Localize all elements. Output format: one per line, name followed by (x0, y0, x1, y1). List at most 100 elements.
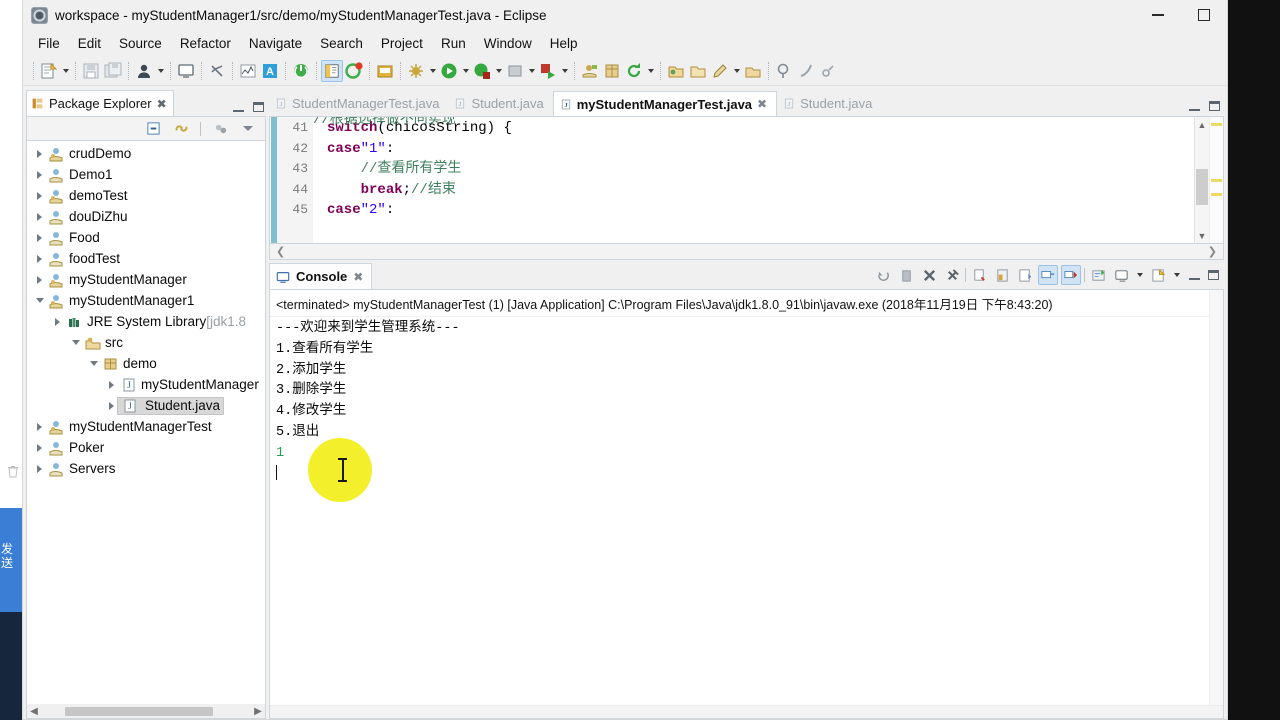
console-output[interactable]: ---欢迎来到学生管理系统--- 1.查看所有学生 2.添加学生 3.删除学生 … (270, 317, 1223, 718)
new-console-dropdown-arrow[interactable] (1134, 264, 1145, 286)
show-console-on-output-icon[interactable] (1015, 265, 1035, 285)
chevron-right-icon[interactable] (31, 444, 48, 452)
new-java-project-icon[interactable] (579, 60, 601, 82)
chevron-right-icon[interactable] (31, 276, 48, 284)
tab-console[interactable]: Console ✖ (269, 263, 373, 289)
console-menu-icon[interactable] (1148, 265, 1168, 285)
open-console-icon[interactable] (1061, 265, 1081, 285)
skip-breakpoints-icon[interactable] (206, 60, 228, 82)
code-text-area[interactable]: //根据选择做不同实现 switch(chicosString) { case"… (313, 117, 1194, 243)
scroll-left-arrow[interactable]: ❮ (276, 245, 285, 258)
console-hscrollbar[interactable] (270, 705, 1223, 718)
chevron-down-icon[interactable] (31, 298, 48, 303)
terminate-all-icon[interactable] (873, 265, 893, 285)
tree-node-Food[interactable]: Food (27, 227, 265, 248)
tree-node-myStudentManager1[interactable]: myStudentManager1 (27, 290, 265, 311)
run-dropdown-arrow[interactable] (460, 60, 471, 82)
person-dropdown-arrow[interactable] (155, 60, 166, 82)
remove-all-terminated-icon[interactable] (919, 265, 939, 285)
tab-package-explorer[interactable]: Package Explorer ✖ (26, 90, 174, 116)
coverage-dropdown-arrow[interactable] (493, 60, 504, 82)
resume-icon[interactable] (290, 60, 312, 82)
scroll-left-arrow[interactable]: ◀ (27, 706, 41, 717)
editor-tab-myStudentManagerTest[interactable]: J myStudentManagerTest.java ✖ (552, 91, 778, 116)
chevron-right-icon[interactable] (31, 192, 48, 200)
chevron-right-icon[interactable] (31, 234, 48, 242)
editor-hscrollbar[interactable]: ❮ ❯ (269, 244, 1224, 260)
run-last-tool-icon[interactable] (537, 60, 559, 82)
chevron-down-icon[interactable] (67, 340, 84, 345)
chevron-down-icon[interactable] (85, 361, 102, 366)
overview-ruler[interactable] (1209, 117, 1223, 243)
menu-source[interactable]: Source (110, 33, 171, 54)
chevron-right-icon[interactable] (31, 171, 48, 179)
package-icon[interactable] (742, 60, 764, 82)
editor-tab-Student-2[interactable]: J Student.java (777, 91, 881, 116)
tree-node-myStudentManager-java[interactable]: J myStudentManager (27, 374, 265, 395)
refresh-dropdown-arrow[interactable] (645, 60, 656, 82)
scroll-down-arrow[interactable]: ▼ (1195, 228, 1209, 243)
tree-node-crudDemo[interactable]: crudDemo (27, 143, 265, 164)
display-selected-console-icon[interactable] (1038, 265, 1058, 285)
pin-console-icon[interactable] (992, 265, 1012, 285)
focus-on-active-task-icon[interactable] (211, 120, 229, 138)
debug-icon[interactable] (405, 60, 427, 82)
open-type-icon[interactable] (374, 60, 396, 82)
open-folder-icon[interactable] (665, 60, 687, 82)
console-body[interactable]: <terminated> myStudentManagerTest (1) [J… (269, 289, 1224, 719)
menu-help[interactable]: Help (541, 33, 587, 54)
coverage-icon[interactable] (471, 60, 493, 82)
package-explorer-hscrollbar[interactable]: ◀ ▶ (27, 704, 265, 718)
save-icon[interactable] (80, 60, 102, 82)
console-icon[interactable] (175, 60, 197, 82)
tree-node-myStudentManager[interactable]: myStudentManager (27, 269, 265, 290)
scroll-lock-icon[interactable] (969, 265, 989, 285)
tree-node-douDiZhu[interactable]: douDiZhu (27, 206, 265, 227)
editor-tab-StudentManagerTest[interactable]: J StudentManagerTest.java (269, 91, 448, 116)
tree-node-Poker[interactable]: Poker (27, 437, 265, 458)
link-icon[interactable] (817, 60, 839, 82)
editor-body[interactable]: 41 42 43 44 45 //根据选择做不同实现 switch(chicos… (269, 116, 1224, 244)
tree-node-src[interactable]: src (27, 332, 265, 353)
view-minimize-icon[interactable] (233, 103, 244, 112)
menu-project[interactable]: Project (372, 33, 432, 54)
menu-edit[interactable]: Edit (69, 33, 110, 54)
search-pin-icon[interactable] (773, 60, 795, 82)
close-icon[interactable]: ✖ (757, 97, 767, 111)
external-tools-dropdown-arrow[interactable] (526, 60, 537, 82)
tree-node-demo[interactable]: demo (27, 353, 265, 374)
close-icon[interactable]: ✖ (353, 270, 363, 284)
folder-icon[interactable] (687, 60, 709, 82)
run-icon[interactable] (438, 60, 460, 82)
save-all-icon[interactable] (102, 60, 124, 82)
minimize-button[interactable] (1135, 0, 1181, 30)
tree-node-myStudentManagerTest[interactable]: myStudentManagerTest (27, 416, 265, 437)
scroll-right-arrow[interactable]: ▶ (251, 706, 265, 717)
new-console-view-icon[interactable] (1111, 265, 1131, 285)
chevron-right-icon[interactable] (103, 381, 120, 389)
menu-file[interactable]: File (29, 33, 69, 54)
tree-node-Student-java[interactable]: J Student.java (27, 395, 265, 416)
maximize-button[interactable] (1181, 0, 1227, 30)
scrollbar-thumb[interactable] (65, 706, 213, 716)
new-dropdown-arrow[interactable] (60, 60, 71, 82)
annotation-icon[interactable]: A (259, 60, 281, 82)
chevron-right-icon[interactable] (31, 255, 48, 263)
clear-console-icon[interactable] (942, 265, 962, 285)
chart-icon[interactable] (237, 60, 259, 82)
external-tools-icon[interactable] (504, 60, 526, 82)
collapse-all-icon[interactable] (144, 120, 162, 138)
chevron-right-icon[interactable] (49, 318, 66, 326)
toggle-editor-icon[interactable] (321, 59, 343, 82)
chevron-right-icon[interactable] (31, 150, 48, 158)
scroll-right-arrow[interactable]: ❯ (1208, 245, 1217, 258)
new-package-icon[interactable] (601, 60, 623, 82)
chevron-right-icon[interactable] (31, 423, 48, 431)
view-maximize-icon[interactable] (253, 102, 264, 112)
view-minimize-icon[interactable] (1189, 271, 1200, 280)
tree-node-demoTest[interactable]: demoTest (27, 185, 265, 206)
link-with-editor-icon[interactable] (172, 120, 190, 138)
refresh-icon[interactable] (623, 60, 645, 82)
menu-window[interactable]: Window (475, 33, 541, 54)
menu-run[interactable]: Run (432, 33, 475, 54)
